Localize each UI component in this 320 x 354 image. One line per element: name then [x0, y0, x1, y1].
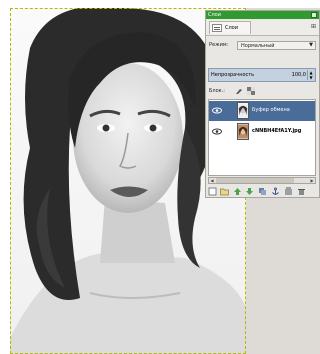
- mode-row: Режим: Нормальный ▼: [209, 41, 316, 50]
- mode-label: Режим:: [209, 42, 229, 48]
- layers-toolbar: [208, 187, 318, 197]
- mode-value: Нормальный: [241, 43, 275, 49]
- chevron-down-icon: ▼: [309, 42, 313, 48]
- scroll-left-icon[interactable]: ◀: [209, 178, 215, 183]
- brush-lock-icon[interactable]: [235, 87, 243, 95]
- eye-icon[interactable]: [212, 128, 222, 135]
- layer-thumbnail: [237, 102, 249, 119]
- lock-label: Блок.:: [209, 88, 225, 94]
- layer-row[interactable]: cNNBH4EfA1Y.jpg: [209, 122, 315, 142]
- layer-name: cNNBH4EfA1Y.jpg: [252, 128, 302, 134]
- duplicate-layer-icon[interactable]: [258, 187, 267, 196]
- anchor-icon[interactable]: [271, 187, 280, 196]
- raise-layer-icon[interactable]: [233, 187, 242, 196]
- opacity-value: 100,0: [291, 72, 306, 78]
- lock-row: Блок.:: [209, 87, 255, 95]
- layer-name: Буфер обмена: [252, 107, 290, 113]
- layers-list: Буфер обмена cNNBH4EfA1Y.jpg: [208, 99, 316, 176]
- alpha-lock-icon[interactable]: [247, 87, 255, 95]
- dialog-title: Слои: [208, 12, 221, 18]
- layers-hscrollbar[interactable]: ◀ ▶: [208, 177, 316, 184]
- eye-icon[interactable]: [212, 107, 222, 114]
- tab-label: Слои: [225, 25, 238, 31]
- layers-tab-icon: [212, 24, 222, 32]
- delete-icon[interactable]: [297, 187, 306, 196]
- tab-layers[interactable]: Слои: [209, 21, 251, 34]
- layer-thumbnail: [237, 123, 249, 140]
- lower-layer-icon[interactable]: [245, 187, 254, 196]
- opacity-slider[interactable]: Непрозрачность 100,0 ▲ ▼: [208, 68, 316, 82]
- new-layer-icon[interactable]: [208, 187, 217, 196]
- opacity-label: Непрозрачность: [211, 72, 255, 78]
- mode-select[interactable]: Нормальный ▼: [237, 41, 316, 50]
- tab-menu-icon[interactable]: ⊞: [310, 23, 317, 30]
- opacity-spin-icon[interactable]: ▲ ▼: [307, 70, 314, 80]
- layers-dialog: Слои Слои ⊞ Режим: Нормальный ▼ Непрозра…: [205, 10, 320, 198]
- tab-bar: Слои ⊞: [206, 20, 319, 36]
- merge-icon[interactable]: [284, 187, 293, 196]
- close-icon[interactable]: [311, 12, 317, 18]
- scroll-thumb[interactable]: [216, 178, 294, 183]
- dialog-titlebar[interactable]: Слои: [206, 11, 319, 19]
- layer-row[interactable]: Буфер обмена: [209, 101, 315, 121]
- new-group-icon[interactable]: [220, 187, 229, 196]
- scroll-right-icon[interactable]: ▶: [309, 178, 315, 183]
